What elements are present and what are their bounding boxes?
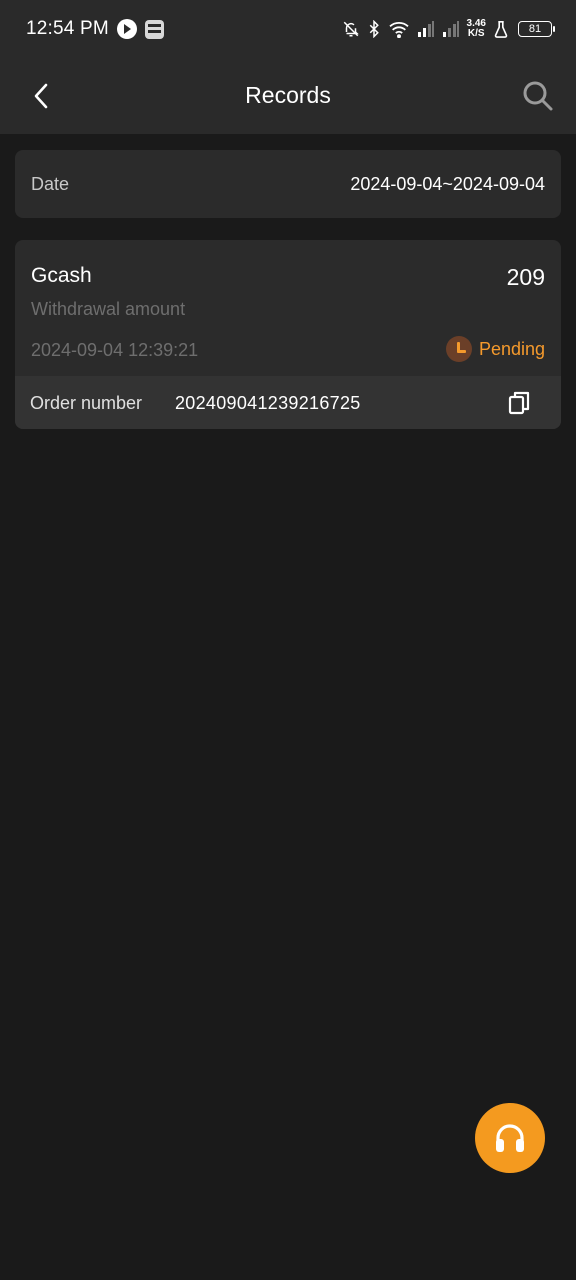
top-nav-bar: Records [0,58,576,134]
record-card[interactable]: Gcash 209 Withdrawal amount 2024-09-04 1… [15,240,561,429]
copy-button[interactable] [507,390,531,416]
search-icon [523,81,553,111]
signal-icon [417,20,435,38]
wifi-icon [388,20,410,38]
media-app-icon [116,19,137,39]
customer-support-button[interactable] [475,1103,545,1173]
status-bar-left: 12:54 PM [26,18,164,40]
record-datetime: 2024-09-04 12:39:21 [31,340,199,360]
date-range-value[interactable]: 2024-09-04~2024-09-04 [350,174,545,195]
date-label: Date [31,173,70,194]
search-button[interactable] [520,78,556,114]
battery-icon: 81 [518,21,555,37]
order-number-label: Order number [30,393,143,413]
record-amount: 209 [506,264,545,290]
clock-icon [445,336,472,362]
order-number-value: 202409041239216725 [175,393,361,413]
copy-icon [508,391,530,415]
records-screen: 12:54 PM 3.46 K/S 81 Records Date 2024-0… [0,0,576,1280]
headset-icon [496,1124,524,1152]
status-time: 12:54 PM [26,18,109,39]
status-badge: Pending [445,336,545,362]
page-title: Records [245,82,331,108]
status-bar-right: 3.46 K/S 81 [342,19,555,39]
signal-icon [442,20,460,38]
record-type: Withdrawal amount [31,299,186,319]
muted-bell-icon [342,20,360,38]
status-bar: 12:54 PM 3.46 K/S 81 [0,0,576,58]
bluetooth-icon [367,20,381,38]
date-filter[interactable]: Date 2024-09-04~2024-09-04 [15,150,561,218]
network-speed: 3.46 K/S [467,19,486,39]
order-number-row: Order number 202409041239216725 [15,376,561,429]
payment-method: Gcash [31,264,92,287]
gallery-app-icon [144,19,164,39]
network-speed-unit: K/S [467,28,485,39]
battery-level: 81 [528,23,542,35]
status-text: Pending [478,338,545,359]
lab-icon [493,20,509,38]
